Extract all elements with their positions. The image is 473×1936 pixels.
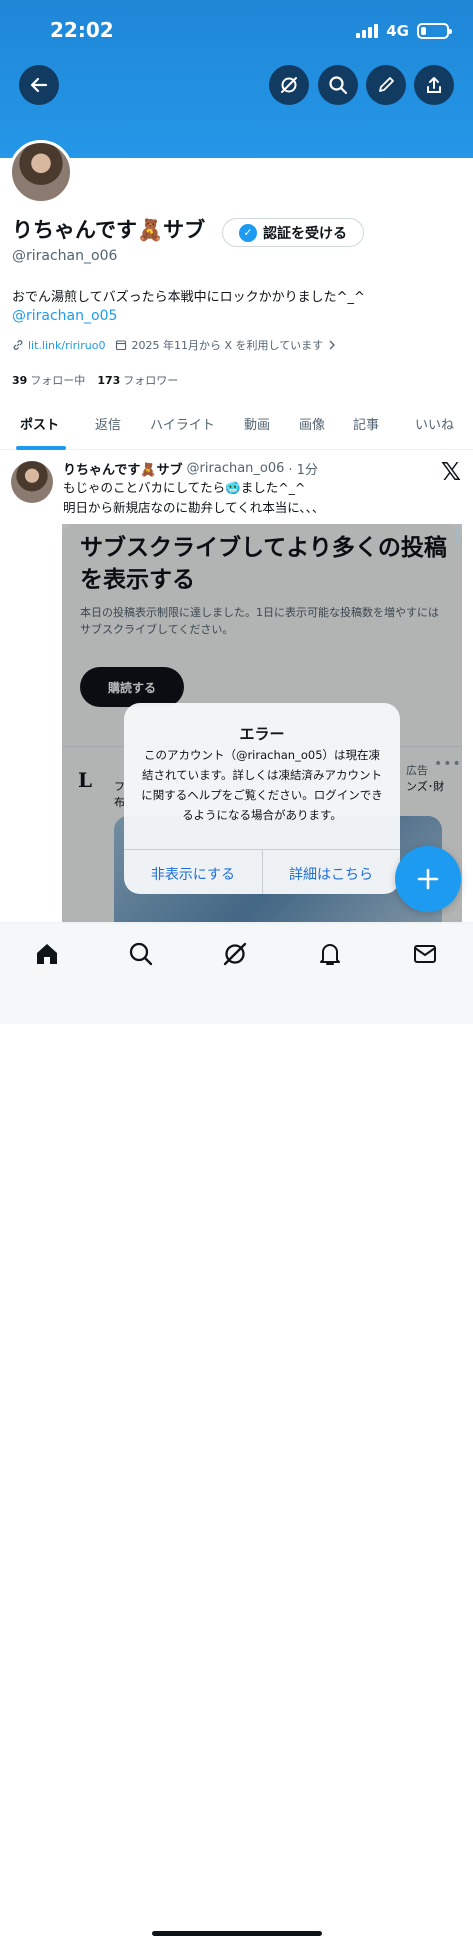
messages-icon: [414, 945, 436, 963]
nav-notifications[interactable]: [315, 939, 345, 969]
network-label: 4G: [386, 22, 409, 40]
following-link[interactable]: 39 フォロー中: [12, 372, 85, 388]
grok-icon: [223, 942, 247, 966]
link-icon: [13, 340, 23, 350]
post-author-handle[interactable]: @rirachan_o06: [187, 461, 285, 476]
post-text-line: もじゃのことバカにしてたら🥶ました^_^: [63, 480, 306, 495]
tab-videos[interactable]: 動画: [244, 414, 270, 433]
share-button[interactable]: [414, 65, 454, 105]
profile-meta: lit.link/ririruo0 2025 年11月から X を利用しています: [12, 337, 347, 353]
search-button[interactable]: [318, 65, 358, 105]
share-icon: [427, 77, 441, 93]
profile-bio: おでん湯煎してバズったら本戦中にロックかかりました^_^: [12, 290, 365, 305]
edit-button[interactable]: [366, 65, 406, 105]
tab-highlights[interactable]: ハイライト: [150, 414, 215, 433]
nav-grok[interactable]: [220, 939, 250, 969]
signal-icon: [356, 24, 379, 38]
status-indicators: 4G: [356, 22, 452, 40]
home-icon: [37, 944, 57, 964]
joined-date[interactable]: 2025 年11月から X を利用しています: [115, 337, 337, 353]
arrow-left-icon: [30, 77, 48, 93]
bottom-nav: [0, 922, 473, 1936]
tab-replies[interactable]: 返信: [95, 414, 121, 433]
back-button[interactable]: [19, 65, 59, 105]
tab-likes[interactable]: いいね: [415, 414, 454, 433]
hide-button[interactable]: 非表示にする: [124, 864, 262, 884]
post-header: りちゃんです🧸サブ @rirachan_o06 · 1分: [63, 459, 318, 478]
tab-photos[interactable]: 画像: [299, 414, 325, 433]
learn-more-button[interactable]: 詳細はこちら: [262, 864, 400, 884]
following-count: 39: [12, 374, 28, 387]
plus-icon: [417, 868, 439, 890]
battery-icon: [417, 23, 452, 39]
followers-count: 173: [97, 374, 121, 387]
active-tab-indicator: [16, 446, 66, 450]
nav-home[interactable]: [32, 939, 62, 969]
profile-avatar[interactable]: [9, 140, 73, 204]
chevron-right-icon: [329, 340, 336, 350]
home-indicator: [152, 1931, 322, 1936]
nav-messages[interactable]: [410, 939, 440, 969]
follow-stats: 39 フォロー中 173 フォロワー: [12, 372, 178, 388]
post-author-name[interactable]: りちゃんです🧸サブ: [63, 459, 183, 478]
scrollbar[interactable]: [456, 525, 460, 545]
website-label: lit.link/ririruo0: [28, 338, 106, 352]
dialog-message: このアカウント（@rirachan_o05）は現在凍結されています。詳しくは凍結…: [141, 748, 383, 822]
search-icon: [329, 76, 348, 95]
grok-icon: [281, 77, 297, 93]
profile-tabs: ポスト 返信 ハイライト 動画 画像 記事 いいね: [0, 402, 473, 450]
grok-button[interactable]: [269, 65, 309, 105]
notifications-icon: [320, 944, 340, 965]
post-text-line: 明日から新規店なのに勘弁してくれ本当に、、、: [63, 500, 325, 515]
status-bar: 22:02 4G: [0, 0, 473, 62]
verified-badge-icon: ✓: [239, 223, 257, 242]
status-time: 22:02: [50, 18, 114, 42]
battery-level: [421, 27, 426, 35]
joined-label: 2025 年11月から X を利用しています: [131, 339, 324, 352]
profile-banner: 22:02 4G: [0, 0, 473, 158]
profile-handle: @rirachan_o06: [12, 248, 118, 264]
search-icon: [129, 942, 153, 966]
dialog-title: エラー: [239, 725, 285, 743]
nav-search[interactable]: [126, 939, 156, 969]
error-dialog: エラー このアカウント（@rirachan_o05）は現在凍結されています。詳し…: [124, 703, 400, 894]
following-label: フォロー中: [30, 374, 86, 387]
followers-label: フォロワー: [123, 374, 179, 387]
get-verified-button[interactable]: ✓ 認証を受ける: [222, 218, 364, 247]
compose-button[interactable]: [395, 846, 461, 912]
post-text: もじゃのことバカにしてたら🥶ました^_^ 明日から新規店なのに勘弁してくれ本当に…: [63, 478, 453, 518]
calendar-icon: [116, 340, 127, 351]
followers-link[interactable]: 173 フォロワー: [97, 372, 178, 388]
post-time: · 1分: [288, 463, 318, 478]
tab-posts[interactable]: ポスト: [20, 414, 59, 433]
website-link[interactable]: lit.link/ririruo0: [12, 339, 105, 352]
get-verified-label: 認証を受ける: [263, 225, 347, 242]
post-avatar[interactable]: [11, 461, 53, 503]
bio-mention-link[interactable]: @rirachan_o05: [12, 308, 117, 324]
tab-articles[interactable]: 記事: [353, 414, 379, 433]
display-name: りちゃんです🧸サブ: [12, 218, 206, 242]
edit-icon: [379, 77, 394, 92]
